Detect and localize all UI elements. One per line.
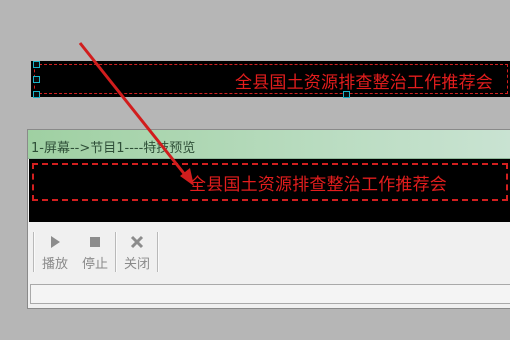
resize-handle[interactable] [33,76,40,83]
play-icon [48,234,62,250]
stop-icon [88,234,102,250]
toolbar-separator [157,232,159,272]
preview-window: 1-屏幕-->节目1----特技预览 全县国土资源排查整治工作推荐会 播放 停止… [27,129,510,309]
preview-caption: 全县国土资源排查整治工作推荐会 [189,175,447,195]
stop-label: 停止 [81,257,108,272]
window-title: 1-屏幕-->节目1----特技预览 [31,141,196,156]
toolbar: 播放 停止 关闭 [33,230,159,274]
resize-handle[interactable] [343,91,350,98]
play-button[interactable]: 播放 [35,230,75,274]
status-bar [30,284,510,304]
preview-screen: 全县国土资源排查整治工作推荐会 [29,159,510,222]
led-editor-area[interactable]: 全县国土资源排查整治工作推荐会 [31,61,510,97]
close-button[interactable]: 关闭 [117,230,157,274]
close-icon [129,234,145,250]
resize-handle[interactable] [33,91,40,98]
resize-handle[interactable] [33,61,40,68]
led-caption: 全县国土资源排查整治工作推荐会 [235,73,493,93]
close-label: 关闭 [123,257,150,272]
play-label: 播放 [41,257,68,272]
window-titlebar[interactable]: 1-屏幕-->节目1----特技预览 [28,130,510,159]
stop-button[interactable]: 停止 [75,230,115,274]
